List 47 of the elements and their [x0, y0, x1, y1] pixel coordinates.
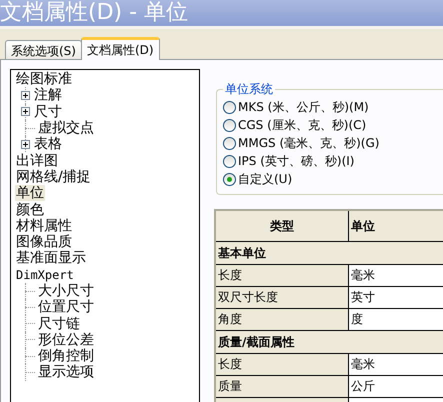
tree-item[interactable]: 形位公差: [37, 332, 95, 348]
tree-item[interactable]: DimXpert: [15, 266, 75, 283]
column-header: 类型: [215, 210, 348, 242]
tree-item[interactable]: 颜色: [15, 202, 45, 218]
tab[interactable]: 系统选项(S): [5, 40, 82, 59]
radio-label[interactable]: IPS (英寸、磅、秒)(I): [238, 152, 354, 170]
table-cell[interactable]: 度: [348, 308, 443, 330]
tree-item[interactable]: 基准面显示: [15, 250, 87, 266]
radio-button[interactable]: [223, 136, 236, 150]
radio-button[interactable]: [223, 172, 236, 186]
tree-item[interactable]: 网格线/捕捉: [15, 168, 92, 185]
tree-item[interactable]: 图像品质: [15, 234, 73, 250]
window-title: 文档属性(D) - 单位: [0, 0, 188, 26]
radio-label[interactable]: 自定义(U): [238, 170, 292, 188]
expand-icon[interactable]: [21, 90, 30, 100]
table-cell: 质量: [215, 376, 348, 398]
radio-label[interactable]: MMGS (毫米、克、秒)(G): [238, 134, 380, 152]
tree-item[interactable]: 尺寸: [33, 104, 63, 120]
tree-item[interactable]: 出详图: [15, 152, 59, 169]
tab[interactable]: 文档属性(D): [80, 37, 160, 60]
table-cell: 角度: [215, 308, 348, 330]
table-cell[interactable]: 毫米: [348, 354, 443, 376]
radio-label[interactable]: MKS (米、公斤、秒)(M): [238, 98, 369, 116]
tree-item[interactable]: 大小尺寸: [37, 283, 95, 299]
tree-item[interactable]: 表格: [33, 136, 63, 152]
tree-item[interactable]: 注解: [33, 87, 63, 104]
table-cell: 长度: [215, 264, 348, 286]
tree-item[interactable]: 尺寸链: [37, 316, 81, 332]
group-title: 单位系统: [224, 81, 274, 98]
tree-item[interactable]: 绘图标准: [15, 71, 73, 88]
table-cell[interactable]: 英寸: [348, 286, 443, 308]
tree-item[interactable]: 虚拟交点: [37, 120, 95, 136]
tree-item[interactable]: 显示选项: [37, 364, 95, 380]
table-cell: 双尺寸长度: [215, 286, 348, 308]
tree-item[interactable]: 单位: [15, 185, 45, 202]
table-cell[interactable]: 毫米: [348, 264, 443, 286]
radio-label[interactable]: CGS (厘米、克、秒)(C): [238, 116, 366, 134]
radio-button[interactable]: [223, 154, 236, 168]
tree-item[interactable]: 位置尺寸: [37, 299, 95, 316]
expand-icon[interactable]: [21, 107, 30, 116]
table-cell[interactable]: 公斤: [348, 376, 443, 398]
radio-button[interactable]: [223, 118, 236, 132]
expand-icon[interactable]: [21, 140, 30, 149]
tree-item[interactable]: 材料属性: [15, 218, 73, 234]
radio-button[interactable]: [223, 100, 236, 114]
table-cell: 长度: [215, 354, 348, 376]
tree-item[interactable]: 倒角控制: [37, 348, 95, 364]
